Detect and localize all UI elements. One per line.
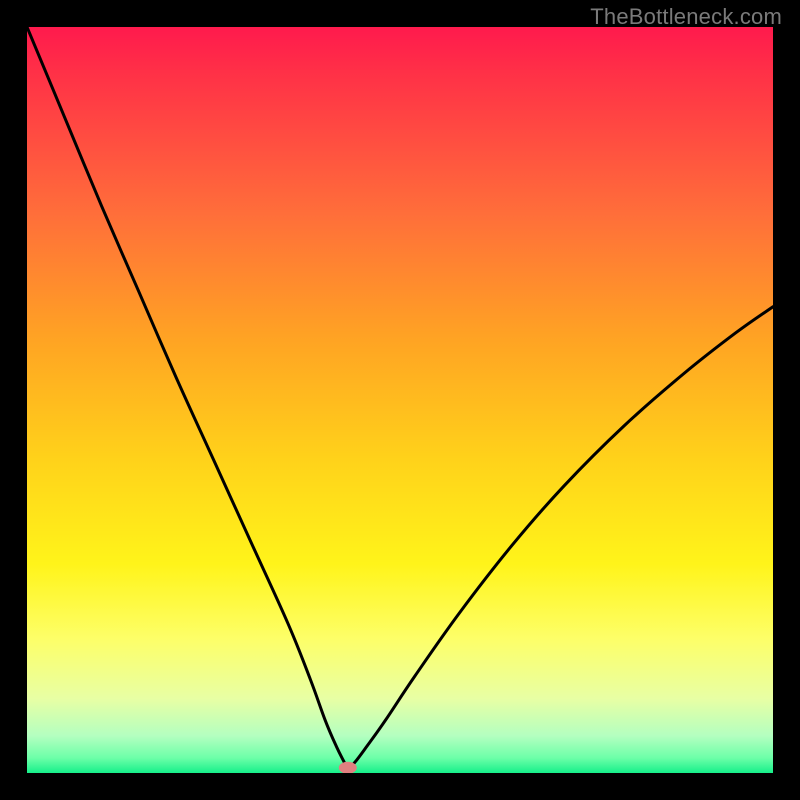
chart-frame: TheBottleneck.com [0,0,800,800]
curve-svg [27,27,773,773]
plot-area [27,27,773,773]
bottleneck-curve [27,27,773,769]
